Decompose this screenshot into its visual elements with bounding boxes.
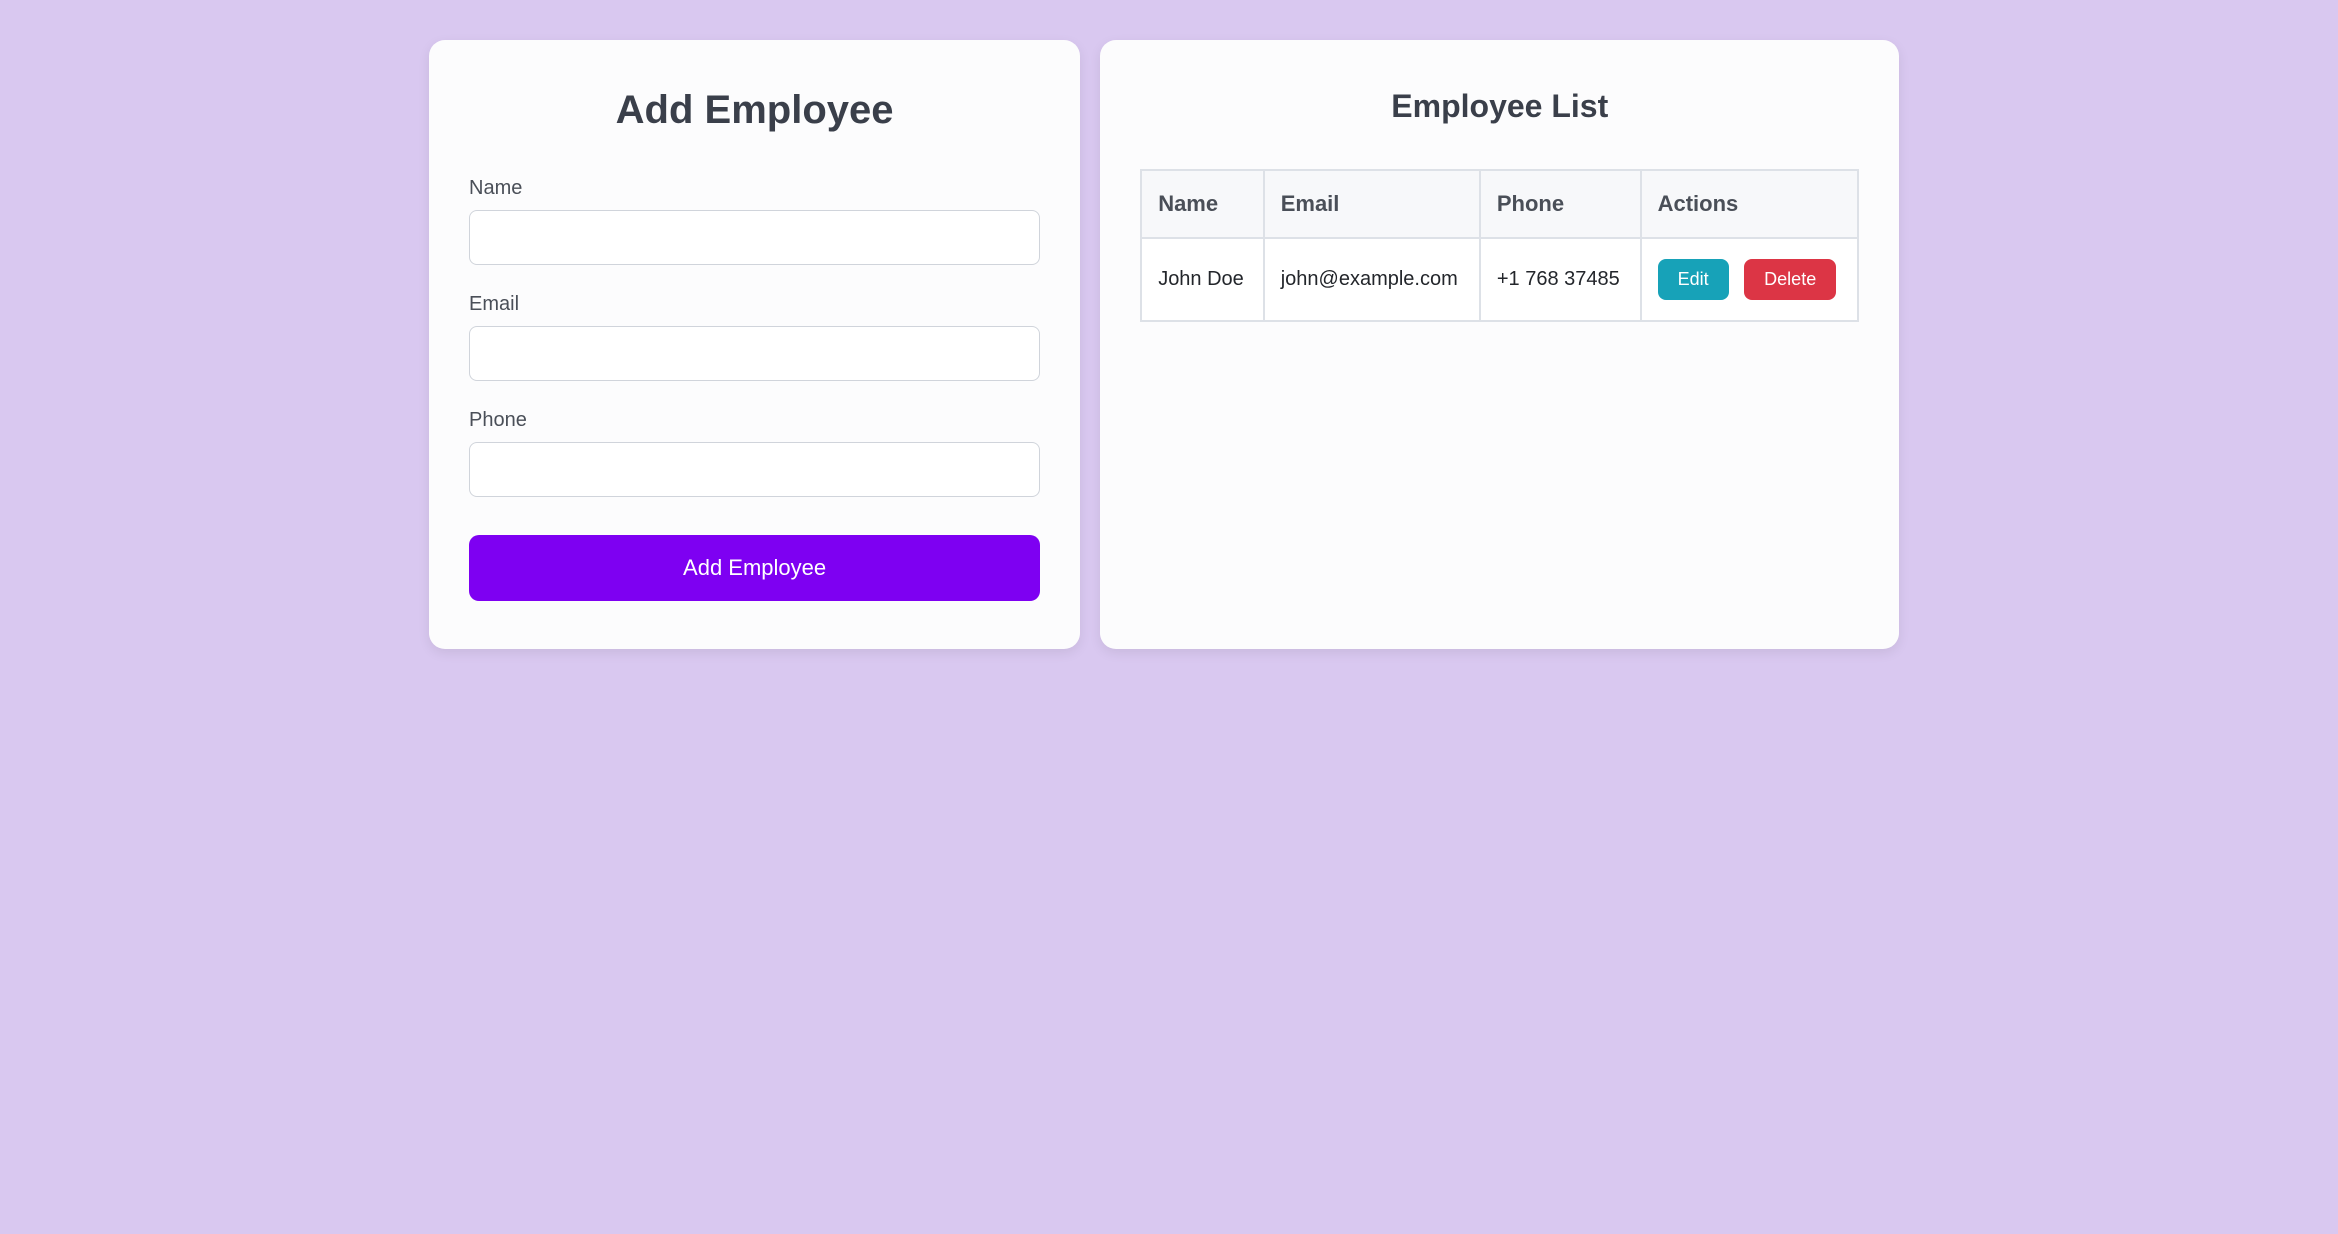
add-employee-form: Name Email Phone Add Employee	[469, 177, 1040, 601]
phone-input[interactable]	[469, 442, 1040, 497]
form-title: Add Employee	[469, 88, 1040, 133]
cell-name: John Doe	[1141, 238, 1264, 321]
column-header-name: Name	[1141, 170, 1264, 238]
add-employee-button[interactable]: Add Employee	[469, 535, 1040, 601]
column-header-actions: Actions	[1641, 170, 1859, 238]
cell-phone: +1 768 37485	[1480, 238, 1641, 321]
column-header-email: Email	[1264, 170, 1480, 238]
table-row: John Doe john@example.com +1 768 37485 E…	[1141, 238, 1858, 321]
phone-field-group: Phone	[469, 409, 1040, 497]
email-label: Email	[469, 293, 1040, 316]
employee-table: Name Email Phone Actions John Doe john@e…	[1140, 169, 1859, 322]
delete-button[interactable]: Delete	[1744, 259, 1836, 300]
edit-button[interactable]: Edit	[1658, 259, 1729, 300]
email-field-group: Email	[469, 293, 1040, 381]
name-field-group: Name	[469, 177, 1040, 265]
email-input[interactable]	[469, 326, 1040, 381]
column-header-phone: Phone	[1480, 170, 1641, 238]
phone-label: Phone	[469, 409, 1040, 432]
name-input[interactable]	[469, 210, 1040, 265]
list-title: Employee List	[1140, 88, 1859, 125]
add-employee-card: Add Employee Name Email Phone Add Employ…	[429, 40, 1080, 649]
employee-list-card: Employee List Name Email Phone Actions J…	[1100, 40, 1899, 649]
table-header-row: Name Email Phone Actions	[1141, 170, 1858, 238]
cell-email: john@example.com	[1264, 238, 1480, 321]
cell-actions: Edit Delete	[1641, 238, 1859, 321]
name-label: Name	[469, 177, 1040, 200]
